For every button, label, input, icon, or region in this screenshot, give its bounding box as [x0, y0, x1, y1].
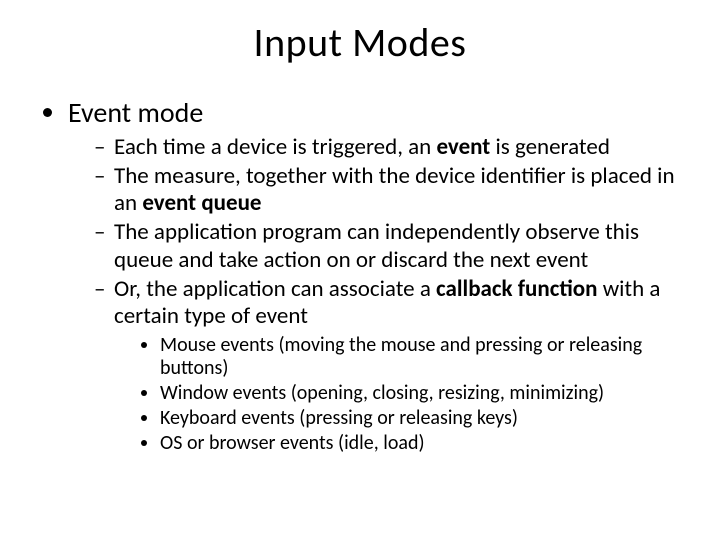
slide-title: Input Modes: [40, 18, 680, 67]
list-item: Or, the application can associate a call…: [94, 276, 680, 455]
list-item: Event mode Each time a device is trigger…: [68, 95, 680, 455]
level1-text: Event mode: [68, 95, 203, 130]
list-item: Each time a device is triggered, an even…: [94, 134, 680, 161]
list-item: Mouse events (moving the mouse and press…: [160, 334, 680, 380]
text-run: Window events (opening, closing, resizin…: [160, 381, 604, 405]
list-item: Keyboard events (pressing or releasing k…: [160, 407, 680, 430]
bold-text: event queue: [142, 189, 261, 217]
bullet-list-level2: Each time a device is triggered, an even…: [68, 134, 680, 455]
text-run: The application program can independentl…: [114, 218, 639, 273]
slide: Input Modes Event mode Each time a devic…: [0, 0, 720, 540]
list-item: OS or browser events (idle, load): [160, 432, 680, 455]
bold-text: callback function: [436, 275, 597, 303]
text-run: Mouse events (moving the mouse and press…: [160, 333, 642, 380]
text-run: Each time a device is triggered, an: [114, 133, 436, 161]
list-item: Window events (opening, closing, resizin…: [160, 382, 680, 405]
bullet-list-level1: Event mode Each time a device is trigger…: [40, 95, 680, 455]
text-run: OS or browser events (idle, load): [160, 431, 425, 455]
list-item: The measure, together with the device id…: [94, 163, 680, 217]
list-item: The application program can independentl…: [94, 219, 680, 273]
bullet-list-level3: Mouse events (moving the mouse and press…: [114, 334, 680, 455]
text-run: Keyboard events (pressing or releasing k…: [160, 406, 518, 430]
text-run: Or, the application can associate a: [114, 275, 436, 303]
text-run: is generated: [490, 133, 610, 161]
bold-text: event: [436, 133, 490, 161]
